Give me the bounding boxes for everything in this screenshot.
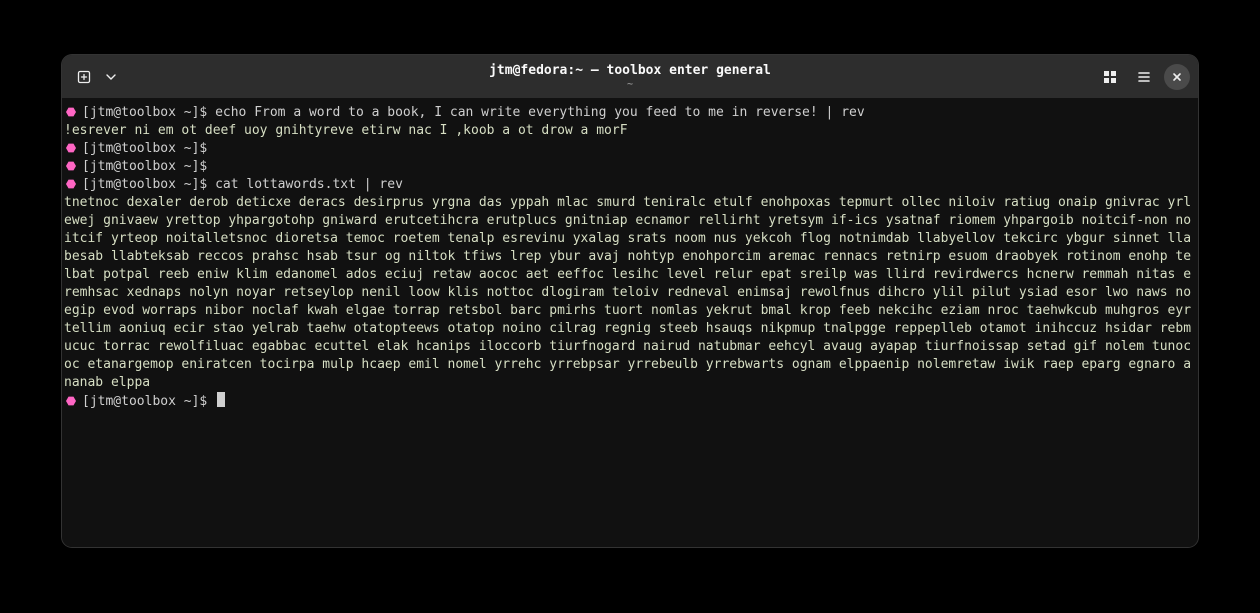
command-text: echo From a word to a book, I can write … <box>215 105 865 120</box>
title-area: jtm@fedora:~ — toolbox enter general ~ <box>62 63 1198 90</box>
prompt-line: [jtm@toolbox ~]$ <box>62 140 1198 158</box>
prompt-line: [jtm@toolbox ~]$ <box>62 392 1198 411</box>
terminal-window: jtm@fedora:~ — toolbox enter general ~ <box>62 55 1198 547</box>
overview-button[interactable] <box>1096 63 1124 91</box>
cursor <box>217 392 225 407</box>
titlebar-left-controls <box>62 63 120 91</box>
hamburger-icon <box>1136 69 1152 85</box>
tab-menu-button[interactable] <box>102 63 120 91</box>
prompt-line: [jtm@toolbox ~]$ echo From a word to a b… <box>62 104 1198 122</box>
new-tab-button[interactable] <box>70 63 98 91</box>
hamburger-menu-button[interactable] <box>1130 63 1158 91</box>
prompt-text: [jtm@toolbox ~]$ <box>82 177 207 192</box>
hexagon-icon <box>66 161 76 171</box>
titlebar-right-controls <box>1096 55 1190 98</box>
hexagon-icon <box>66 143 76 153</box>
hexagon-icon <box>66 107 76 117</box>
output-text: tnetnoc dexaler derob deticxe deracs des… <box>62 194 1198 392</box>
window-subtitle: ~ <box>62 79 1198 90</box>
prompt-text: [jtm@toolbox ~]$ <box>82 141 207 156</box>
command-text: cat lottawords.txt | rev <box>215 177 403 192</box>
hexagon-icon <box>66 396 76 406</box>
prompt-text: [jtm@toolbox ~]$ <box>82 105 207 120</box>
new-tab-icon <box>76 69 92 85</box>
close-icon <box>1171 71 1183 83</box>
output-text: !esrever ni em ot deef uoy gnihtyreve et… <box>62 122 1198 140</box>
grid-icon <box>1102 69 1118 85</box>
titlebar: jtm@fedora:~ — toolbox enter general ~ <box>62 55 1198 98</box>
terminal-body[interactable]: [jtm@toolbox ~]$ echo From a word to a b… <box>62 98 1198 547</box>
close-button[interactable] <box>1164 64 1190 90</box>
hexagon-icon <box>66 179 76 189</box>
prompt-line: [jtm@toolbox ~]$ cat lottawords.txt | re… <box>62 176 1198 194</box>
prompt-text: [jtm@toolbox ~]$ <box>82 394 207 409</box>
prompt-text: [jtm@toolbox ~]$ <box>82 159 207 174</box>
chevron-down-icon <box>105 71 117 83</box>
prompt-line: [jtm@toolbox ~]$ <box>62 158 1198 176</box>
window-title: jtm@fedora:~ — toolbox enter general <box>62 63 1198 78</box>
